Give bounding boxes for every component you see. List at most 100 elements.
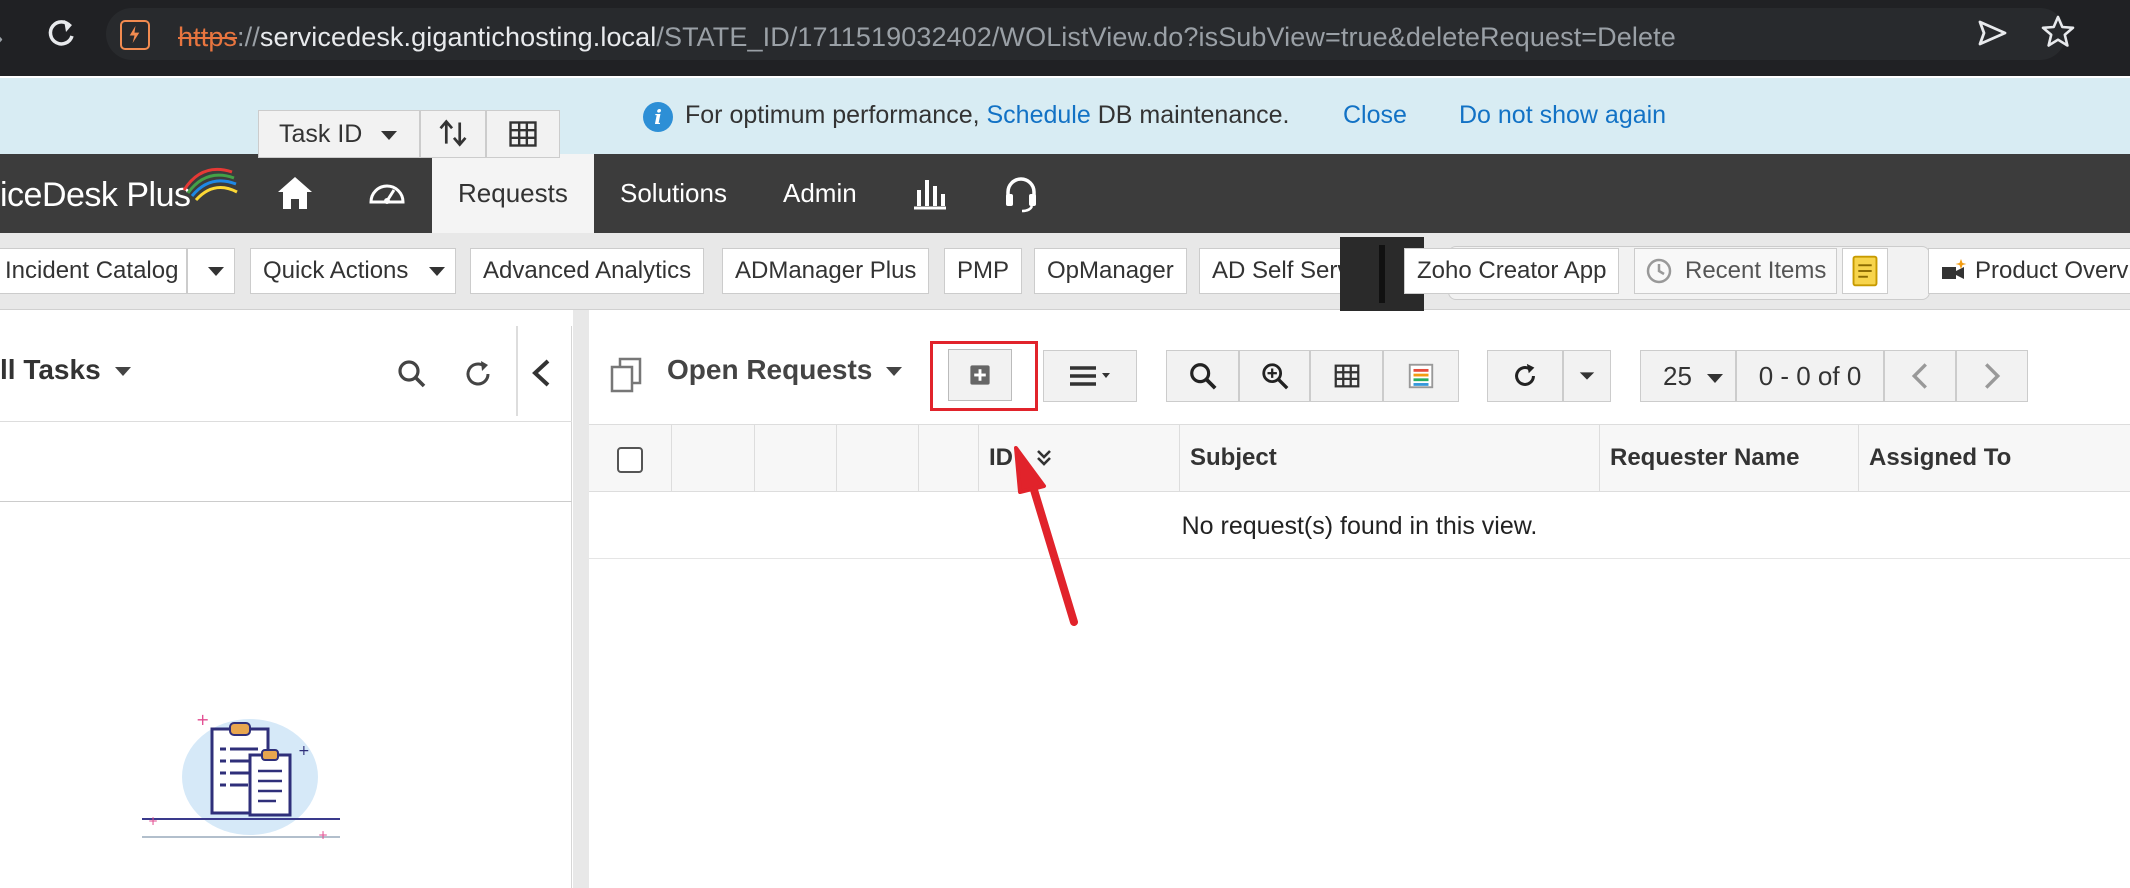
advanced-analytics-button[interactable]: Advanced Analytics bbox=[470, 248, 705, 294]
collapse-panel-icon[interactable] bbox=[526, 356, 556, 390]
chevron-down-icon bbox=[886, 367, 903, 377]
tasks-title: ll Tasks bbox=[0, 354, 101, 385]
notepad-icon bbox=[1852, 255, 1878, 287]
opmanager-button[interactable]: OpManager bbox=[1034, 248, 1187, 294]
chevron-down-icon bbox=[381, 130, 398, 140]
panel-divider bbox=[516, 326, 518, 416]
do-not-show-again-link[interactable]: Do not show again bbox=[1459, 101, 1666, 130]
header-spacer-1 bbox=[672, 425, 755, 491]
address-bar[interactable]: https://servicedesk.gigantichosting.loca… bbox=[106, 8, 2066, 60]
notes-button[interactable] bbox=[1842, 248, 1888, 294]
url-host: servicedesk.gigantichosting.local bbox=[259, 22, 657, 52]
banner-suffix: DB maintenance. bbox=[1097, 101, 1290, 129]
banner-message: For optimum performance, Schedule DB mai… bbox=[685, 101, 1289, 130]
incident-catalog-button[interactable]: Incident Catalog bbox=[0, 248, 187, 294]
column-header-subject[interactable]: Subject bbox=[1180, 425, 1600, 491]
tasks-header: ll Tasks bbox=[0, 326, 572, 422]
support-headset-icon[interactable] bbox=[1000, 172, 1042, 214]
url-text[interactable]: https://servicedesk.gigantichosting.loca… bbox=[178, 22, 1676, 53]
tab-solutions[interactable]: Solutions bbox=[594, 154, 753, 233]
select-all-checkbox[interactable] bbox=[617, 447, 643, 473]
search-icon bbox=[1189, 363, 1217, 390]
color-legend-button[interactable] bbox=[1383, 350, 1459, 402]
request-view-selector[interactable]: Open Requests bbox=[667, 354, 903, 386]
sort-descending-icon[interactable] bbox=[1035, 447, 1053, 469]
admanager-plus-button[interactable]: ADManager Plus bbox=[722, 248, 930, 294]
reports-icon[interactable] bbox=[909, 172, 951, 214]
sort-field-label: Task ID bbox=[279, 120, 363, 148]
refresh-button[interactable] bbox=[1487, 350, 1563, 402]
url-scheme: https bbox=[178, 22, 238, 52]
select-all-cell bbox=[589, 425, 672, 491]
zoho-creator-app-button[interactable]: Zoho Creator App bbox=[1404, 248, 1620, 294]
sort-order-toggle[interactable] bbox=[420, 110, 486, 158]
servicedesk-logo[interactable]: iceDesk Plus bbox=[0, 176, 191, 215]
advanced-search-button[interactable] bbox=[1239, 350, 1310, 402]
svg-text:+: + bbox=[148, 814, 158, 828]
tab-admin[interactable]: Admin bbox=[757, 154, 883, 233]
empty-view-message: No request(s) found in this view. bbox=[589, 493, 2130, 559]
requests-grid-header: ID Subject Requester Name Assigned To bbox=[589, 424, 2130, 492]
not-secure-icon[interactable] bbox=[120, 20, 150, 50]
annotation-highlight-box bbox=[930, 341, 1038, 411]
svg-text:+: + bbox=[196, 710, 209, 729]
incident-catalog-dropdown[interactable] bbox=[187, 248, 235, 294]
main-navigation: iceDesk Plus Requests Solutions Admin bbox=[0, 154, 2130, 233]
product-overview-label: Product Overview bbox=[1975, 257, 2130, 284]
tasks-toolbar bbox=[0, 422, 572, 502]
per-page-value: 25 bbox=[1663, 361, 1692, 391]
color-legend-icon bbox=[1408, 363, 1434, 389]
search-requests-button[interactable] bbox=[1166, 350, 1239, 402]
view-layers-icon bbox=[610, 357, 642, 393]
svg-text:+: + bbox=[318, 828, 328, 842]
hamburger-menu-icon bbox=[1070, 366, 1110, 386]
dashboard-icon[interactable] bbox=[366, 172, 408, 214]
url-separator: :// bbox=[237, 22, 260, 52]
search-icon[interactable] bbox=[394, 356, 430, 392]
info-icon: i bbox=[643, 102, 673, 132]
chevron-down-icon bbox=[208, 267, 224, 277]
column-chooser-button[interactable] bbox=[1310, 350, 1383, 402]
chevron-right-icon bbox=[1985, 363, 2001, 389]
banner-prefix: For optimum performance, bbox=[685, 101, 980, 129]
pmp-button[interactable]: PMP bbox=[944, 248, 1023, 294]
actions-menu-button[interactable] bbox=[1043, 350, 1137, 402]
auto-refresh-dropdown[interactable] bbox=[1563, 350, 1611, 402]
bookmark-star-icon[interactable] bbox=[2040, 14, 2076, 50]
column-header-id[interactable]: ID bbox=[979, 425, 1180, 491]
send-to-device-icon[interactable] bbox=[1975, 16, 2009, 50]
recent-items-label: Recent Items bbox=[1685, 257, 1827, 284]
next-page-button[interactable] bbox=[1956, 350, 2028, 402]
rows-per-page-select[interactable]: 25 bbox=[1640, 350, 1736, 402]
banner-close-link[interactable]: Close bbox=[1343, 101, 1407, 130]
grid-columns-icon bbox=[509, 121, 537, 147]
url-path: /STATE_ID/1711519032402/WOListView.do?is… bbox=[656, 22, 1676, 52]
history-clock-icon bbox=[1646, 258, 1672, 284]
reload-icon[interactable] bbox=[44, 14, 78, 54]
column-header-assigned-to[interactable]: Assigned To bbox=[1859, 425, 2130, 491]
task-column-chooser[interactable] bbox=[486, 110, 560, 158]
task-sort-select[interactable]: Task ID bbox=[258, 110, 420, 158]
video-camera-icon bbox=[1942, 259, 1967, 279]
chevron-down-icon bbox=[114, 367, 131, 377]
page-count: 0 - 0 of 0 bbox=[1736, 350, 1884, 402]
back-arrow-icon[interactable]: › bbox=[0, 22, 10, 53]
refresh-icon[interactable] bbox=[460, 356, 496, 392]
header-spacer-3 bbox=[837, 425, 919, 491]
column-header-requester[interactable]: Requester Name bbox=[1600, 425, 1859, 491]
chevron-left-icon bbox=[1911, 363, 1927, 389]
tab-requests[interactable]: Requests bbox=[432, 154, 594, 233]
home-icon[interactable] bbox=[274, 172, 316, 214]
sort-order-icon bbox=[439, 119, 467, 147]
schedule-link[interactable]: Schedule bbox=[987, 101, 1091, 129]
previous-page-button[interactable] bbox=[1884, 350, 1956, 402]
tasks-view-selector[interactable]: ll Tasks bbox=[0, 354, 131, 386]
chevron-down-icon bbox=[1579, 372, 1595, 380]
recent-items-button[interactable]: Recent Items bbox=[1634, 248, 1838, 294]
quick-actions-button[interactable]: Quick Actions bbox=[250, 248, 456, 294]
panel-gutter bbox=[573, 310, 589, 888]
chevron-down-icon bbox=[429, 267, 446, 277]
view-name: Open Requests bbox=[667, 354, 873, 385]
requests-panel bbox=[589, 326, 2130, 888]
product-overview-button[interactable]: Product Overview bbox=[1928, 248, 2130, 294]
